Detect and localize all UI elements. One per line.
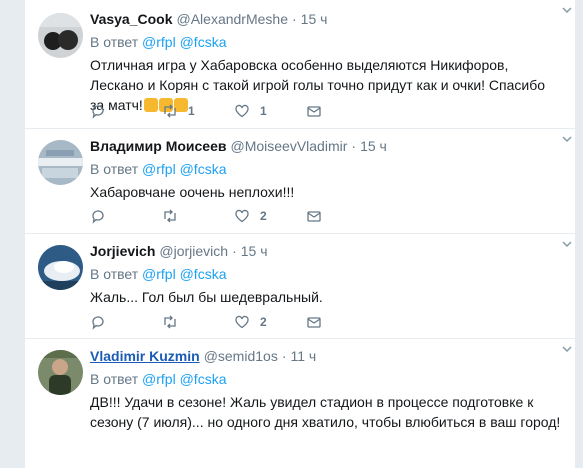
chevron-down-icon[interactable] xyxy=(561,133,573,145)
separator-dot: · xyxy=(351,138,357,154)
mention-link[interactable]: @rfpl xyxy=(142,161,176,177)
username[interactable]: @semid1os xyxy=(204,348,278,364)
tweet-header: Jorjievich @jorjievich · 15 ч xyxy=(90,241,563,261)
like-count: 2 xyxy=(260,209,267,223)
like-button[interactable]: 1 xyxy=(234,101,267,121)
retweet-button[interactable] xyxy=(162,206,188,226)
envelope-icon xyxy=(307,317,321,328)
separator-dot: · xyxy=(292,11,297,27)
reply-to-label: В ответ xyxy=(90,34,139,50)
reply-context: В ответ @rfpl @fcska xyxy=(90,159,563,179)
separator-dot: · xyxy=(232,243,237,259)
avatar[interactable] xyxy=(38,13,83,58)
separator-dot: · xyxy=(281,348,287,364)
display-name[interactable]: Владимир Моисеев xyxy=(90,138,226,154)
reply-to-label: В ответ xyxy=(90,371,139,387)
username[interactable]: @jorjievich xyxy=(159,243,228,259)
like-button[interactable]: 2 xyxy=(234,312,267,332)
mention-link[interactable]: @fcska xyxy=(180,161,227,177)
display-name[interactable]: Vasya_Cook xyxy=(90,11,173,27)
tweet-header: Vladimir Kuzmin @semid1os · 11 ч xyxy=(90,346,563,366)
retweet-button[interactable]: 1 xyxy=(162,101,195,121)
direct-message-button[interactable] xyxy=(306,206,322,226)
reply-thread: Vasya_Cook @AlexandrMeshe · 15 ч В ответ @r… xyxy=(24,0,576,468)
tweet-header: Vasya_Cook @AlexandrMeshe · 15 ч xyxy=(90,9,563,29)
chevron-down-icon[interactable] xyxy=(561,343,573,355)
reply-context: В ответ @rfpl @fcska xyxy=(90,264,563,284)
tweet-text: ДВ!!! Удачи в сезоне! Жаль увидел стадио… xyxy=(90,394,561,430)
like-button[interactable]: 2 xyxy=(234,206,267,226)
direct-message-button[interactable] xyxy=(306,312,322,332)
display-name[interactable]: Jorjievich xyxy=(90,243,155,259)
reply-context: В ответ @rfpl @fcska xyxy=(90,369,563,389)
direct-message-button[interactable] xyxy=(306,101,322,121)
retweet-count: 1 xyxy=(188,104,195,118)
tweet-text: Жаль... Гол был бы шедевральный. xyxy=(90,289,323,305)
retweet-icon xyxy=(164,209,176,223)
username[interactable]: @MoiseevVladimir xyxy=(230,138,347,154)
like-count: 2 xyxy=(260,315,267,329)
username[interactable]: @AlexandrMeshe xyxy=(177,11,289,27)
reply-button[interactable] xyxy=(90,312,116,332)
avatar[interactable] xyxy=(38,350,83,395)
mention-link[interactable]: @rfpl xyxy=(142,266,176,282)
reply-to-label: В ответ xyxy=(90,266,139,282)
reply-to-label: В ответ xyxy=(90,161,139,177)
tweet[interactable]: Vladimir Kuzmin @semid1os · 11 ч В ответ @r… xyxy=(25,339,575,468)
mention-link[interactable]: @rfpl xyxy=(142,371,176,387)
mention-link[interactable]: @fcska xyxy=(180,266,227,282)
reply-context: В ответ @rfpl @fcska xyxy=(90,32,563,52)
mention-link[interactable]: @fcska xyxy=(180,371,227,387)
retweet-icon xyxy=(164,315,176,329)
heart-icon xyxy=(235,315,249,329)
retweet-icon xyxy=(164,104,176,118)
chevron-down-icon[interactable] xyxy=(561,238,573,250)
tweet[interactable]: Vasya_Cook @AlexandrMeshe · 15 ч В ответ @r… xyxy=(25,0,575,129)
reply-icon xyxy=(92,316,104,330)
avatar[interactable] xyxy=(38,140,83,185)
reply-icon xyxy=(92,210,104,224)
timestamp[interactable]: 11 ч xyxy=(291,348,317,364)
envelope-icon xyxy=(307,106,321,117)
reply-button[interactable] xyxy=(90,101,116,121)
chevron-down-icon[interactable] xyxy=(561,4,573,16)
reply-button[interactable] xyxy=(90,206,116,226)
display-name[interactable]: Vladimir Kuzmin xyxy=(90,348,200,364)
tweet-text: Хабаровчане оочень неплохи!!! xyxy=(90,184,295,200)
mention-link[interactable]: @fcska xyxy=(180,34,227,50)
tweet-actions: 1 1 xyxy=(90,101,390,121)
like-count: 1 xyxy=(260,104,267,118)
avatar[interactable] xyxy=(38,245,83,290)
retweet-button[interactable] xyxy=(162,312,188,332)
heart-icon xyxy=(235,209,249,223)
timestamp[interactable]: 15 ч xyxy=(360,138,387,154)
timestamp[interactable]: 15 ч xyxy=(241,243,268,259)
envelope-icon xyxy=(307,211,321,222)
tweet[interactable]: Владимир Моисеев @MoiseevVladimir · 15 ч В … xyxy=(25,129,575,234)
tweet-header: Владимир Моисеев @MoiseevVladimir · 15 ч xyxy=(90,136,563,156)
tweet-actions: 2 xyxy=(90,206,390,226)
tweet[interactable]: Jorjievich @jorjievich · 15 ч В ответ @rfpl… xyxy=(25,234,575,339)
timestamp[interactable]: 15 ч xyxy=(301,11,328,27)
tweet-actions: 2 xyxy=(90,312,390,332)
heart-icon xyxy=(235,104,249,118)
mention-link[interactable]: @rfpl xyxy=(142,34,176,50)
reply-icon xyxy=(92,105,104,119)
